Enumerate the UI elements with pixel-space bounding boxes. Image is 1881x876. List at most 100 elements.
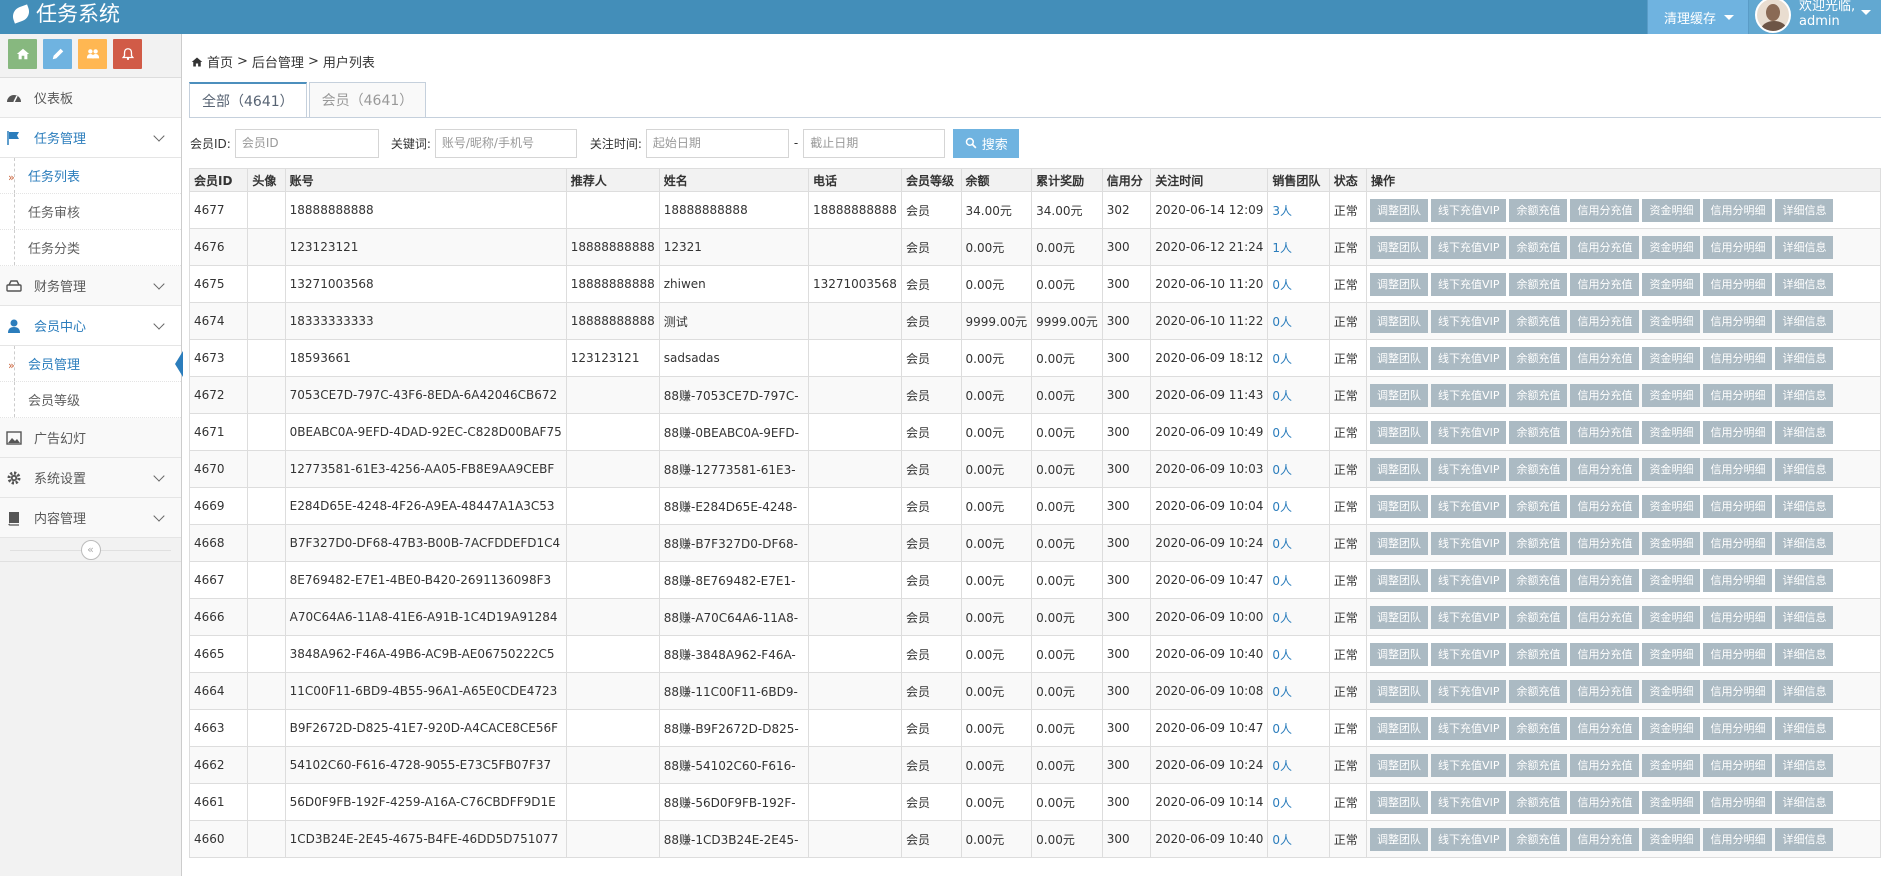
balance-recharge-button[interactable]: 余额充值 <box>1509 309 1568 333</box>
tab-members[interactable]: 会员（4641） <box>308 82 427 118</box>
shortcut-home-button[interactable] <box>8 39 37 69</box>
details-button[interactable]: 详细信息 <box>1775 198 1834 222</box>
fund-details-button[interactable]: 资金明细 <box>1642 346 1701 370</box>
details-button[interactable]: 详细信息 <box>1775 457 1834 481</box>
adjust-team-button[interactable]: 调整团队 <box>1370 383 1429 407</box>
credit-recharge-button[interactable]: 信用分充值 <box>1570 642 1640 666</box>
details-button[interactable]: 详细信息 <box>1775 383 1834 407</box>
cell-sales-team[interactable]: 0人 <box>1267 709 1330 747</box>
adjust-team-button[interactable]: 调整团队 <box>1370 679 1429 703</box>
credit-details-button[interactable]: 信用分明细 <box>1703 235 1773 259</box>
credit-recharge-button[interactable]: 信用分充值 <box>1570 494 1640 518</box>
breadcrumb-admin[interactable]: 后台管理 <box>252 52 304 71</box>
details-button[interactable]: 详细信息 <box>1775 716 1834 740</box>
details-button[interactable]: 详细信息 <box>1775 531 1834 555</box>
credit-details-button[interactable]: 信用分明细 <box>1703 753 1773 777</box>
fund-details-button[interactable]: 资金明细 <box>1642 272 1701 296</box>
offline-vip-recharge-button[interactable]: 线下充值VIP <box>1431 827 1507 851</box>
member-id-input[interactable] <box>234 128 379 158</box>
adjust-team-button[interactable]: 调整团队 <box>1370 198 1429 222</box>
adjust-team-button[interactable]: 调整团队 <box>1370 272 1429 296</box>
sidebar-item-content[interactable]: 内容管理 <box>0 498 181 538</box>
cell-sales-team[interactable]: 0人 <box>1267 783 1330 821</box>
balance-recharge-button[interactable]: 余额充值 <box>1509 494 1568 518</box>
cell-sales-team[interactable]: 0人 <box>1267 635 1330 673</box>
credit-details-button[interactable]: 信用分明细 <box>1703 642 1773 666</box>
balance-recharge-button[interactable]: 余额充值 <box>1509 531 1568 555</box>
clear-cache-button[interactable]: 清理缓存 <box>1646 0 1748 34</box>
fund-details-button[interactable]: 资金明细 <box>1642 531 1701 555</box>
offline-vip-recharge-button[interactable]: 线下充值VIP <box>1431 309 1507 333</box>
offline-vip-recharge-button[interactable]: 线下充值VIP <box>1431 568 1507 592</box>
sidebar-item-ads[interactable]: 广告幻灯 <box>0 418 181 458</box>
credit-recharge-button[interactable]: 信用分充值 <box>1570 790 1640 814</box>
balance-recharge-button[interactable]: 余额充值 <box>1509 346 1568 370</box>
credit-details-button[interactable]: 信用分明细 <box>1703 383 1773 407</box>
cell-sales-team[interactable]: 0人 <box>1267 746 1330 784</box>
adjust-team-button[interactable]: 调整团队 <box>1370 716 1429 740</box>
balance-recharge-button[interactable]: 余额充值 <box>1509 272 1568 296</box>
cell-sales-team[interactable]: 0人 <box>1267 672 1330 710</box>
fund-details-button[interactable]: 资金明细 <box>1642 198 1701 222</box>
adjust-team-button[interactable]: 调整团队 <box>1370 494 1429 518</box>
details-button[interactable]: 详细信息 <box>1775 679 1834 703</box>
sidebar-subitem-task-list[interactable]: » 任务列表 <box>0 158 181 194</box>
fund-details-button[interactable]: 资金明细 <box>1642 605 1701 629</box>
offline-vip-recharge-button[interactable]: 线下充值VIP <box>1431 198 1507 222</box>
cell-sales-team[interactable]: 0人 <box>1267 524 1330 562</box>
offline-vip-recharge-button[interactable]: 线下充值VIP <box>1431 235 1507 259</box>
details-button[interactable]: 详细信息 <box>1775 568 1834 592</box>
adjust-team-button[interactable]: 调整团队 <box>1370 753 1429 777</box>
cell-sales-team[interactable]: 0人 <box>1267 339 1330 377</box>
fund-details-button[interactable]: 资金明细 <box>1642 235 1701 259</box>
credit-recharge-button[interactable]: 信用分充值 <box>1570 272 1640 296</box>
cell-sales-team[interactable]: 0人 <box>1267 561 1330 599</box>
credit-details-button[interactable]: 信用分明细 <box>1703 531 1773 555</box>
credit-recharge-button[interactable]: 信用分充值 <box>1570 420 1640 444</box>
balance-recharge-button[interactable]: 余额充值 <box>1509 235 1568 259</box>
cell-sales-team[interactable]: 0人 <box>1267 265 1330 303</box>
credit-details-button[interactable]: 信用分明细 <box>1703 679 1773 703</box>
fund-details-button[interactable]: 资金明细 <box>1642 827 1701 851</box>
offline-vip-recharge-button[interactable]: 线下充值VIP <box>1431 531 1507 555</box>
sidebar-item-finance[interactable]: 财务管理 <box>0 266 181 306</box>
cell-sales-team[interactable]: 0人 <box>1267 450 1330 488</box>
sidebar-subitem-task-review[interactable]: 任务审核 <box>0 194 181 230</box>
balance-recharge-button[interactable]: 余额充值 <box>1509 420 1568 444</box>
adjust-team-button[interactable]: 调整团队 <box>1370 568 1429 592</box>
offline-vip-recharge-button[interactable]: 线下充值VIP <box>1431 420 1507 444</box>
credit-details-button[interactable]: 信用分明细 <box>1703 568 1773 592</box>
details-button[interactable]: 详细信息 <box>1775 827 1834 851</box>
adjust-team-button[interactable]: 调整团队 <box>1370 605 1429 629</box>
fund-details-button[interactable]: 资金明细 <box>1642 457 1701 481</box>
offline-vip-recharge-button[interactable]: 线下充值VIP <box>1431 457 1507 481</box>
sidebar-item-dashboard[interactable]: 仪表板 <box>0 78 181 118</box>
adjust-team-button[interactable]: 调整团队 <box>1370 235 1429 259</box>
offline-vip-recharge-button[interactable]: 线下充值VIP <box>1431 679 1507 703</box>
user-menu[interactable]: 欢迎光临, admin <box>1748 0 1881 34</box>
fund-details-button[interactable]: 资金明细 <box>1642 494 1701 518</box>
credit-recharge-button[interactable]: 信用分充值 <box>1570 716 1640 740</box>
shortcut-bell-button[interactable] <box>113 39 142 69</box>
sidebar-subitem-member-level[interactable]: 会员等级 <box>0 382 181 418</box>
details-button[interactable]: 详细信息 <box>1775 309 1834 333</box>
balance-recharge-button[interactable]: 余额充值 <box>1509 457 1568 481</box>
credit-recharge-button[interactable]: 信用分充值 <box>1570 383 1640 407</box>
credit-details-button[interactable]: 信用分明细 <box>1703 716 1773 740</box>
tab-all[interactable]: 全部（4641） <box>189 82 307 118</box>
fund-details-button[interactable]: 资金明细 <box>1642 383 1701 407</box>
details-button[interactable]: 详细信息 <box>1775 494 1834 518</box>
offline-vip-recharge-button[interactable]: 线下充值VIP <box>1431 605 1507 629</box>
fund-details-button[interactable]: 资金明细 <box>1642 790 1701 814</box>
start-date-input[interactable] <box>645 128 789 158</box>
balance-recharge-button[interactable]: 余额充值 <box>1509 642 1568 666</box>
cell-sales-team[interactable]: 0人 <box>1267 302 1330 340</box>
credit-details-button[interactable]: 信用分明细 <box>1703 198 1773 222</box>
details-button[interactable]: 详细信息 <box>1775 346 1834 370</box>
cell-sales-team[interactable]: 0人 <box>1267 820 1330 858</box>
fund-details-button[interactable]: 资金明细 <box>1642 716 1701 740</box>
adjust-team-button[interactable]: 调整团队 <box>1370 346 1429 370</box>
cell-sales-team[interactable]: 1人 <box>1267 228 1330 266</box>
adjust-team-button[interactable]: 调整团队 <box>1370 827 1429 851</box>
credit-recharge-button[interactable]: 信用分充值 <box>1570 531 1640 555</box>
